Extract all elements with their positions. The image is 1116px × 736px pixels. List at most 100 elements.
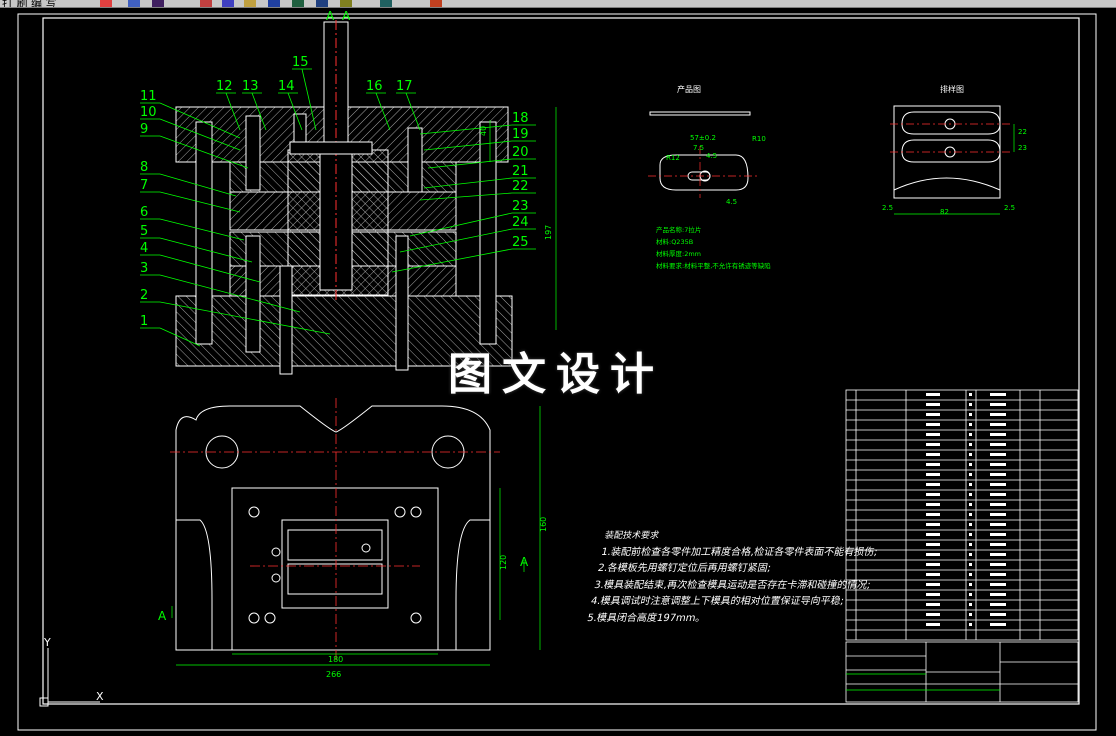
bom-cell-text — [990, 553, 1006, 556]
bom-cell-text — [926, 503, 940, 506]
bom-cell-text — [926, 543, 940, 546]
product-dimension: R10 — [752, 135, 766, 143]
bom-cell-text — [926, 463, 940, 466]
layer-icon[interactable] — [244, 0, 256, 7]
bom-cell-text — [969, 493, 972, 496]
part-number-top: 15 — [292, 55, 309, 70]
open-icon[interactable] — [100, 0, 112, 7]
bom-cell-text — [969, 553, 972, 556]
dim-plan-width: 266 — [326, 670, 341, 679]
bom-cell-text — [969, 533, 972, 536]
bom-cell-text — [926, 603, 940, 606]
product-note: 材料要求:材料平整,不允许有锈迹等缺陷 — [656, 261, 771, 270]
bom-cell-text — [990, 533, 1006, 536]
ucs-icon — [39, 648, 100, 707]
toolbar-label: 打 刷 编 写 — [2, 0, 57, 8]
bom-cell-text — [926, 423, 940, 426]
bill-of-materials — [845, 389, 1079, 641]
ucs-y-icon: Y — [43, 636, 51, 649]
bom-cell-text — [969, 443, 972, 446]
zoom-icon[interactable] — [316, 0, 328, 7]
bom-cell-text — [969, 503, 972, 506]
bom-cell-text — [990, 603, 1006, 606]
bom-cell-text — [926, 493, 940, 496]
bom-cell-text — [990, 563, 1006, 566]
product-title: 产品图 — [677, 84, 701, 94]
bom-cell-text — [990, 583, 1006, 586]
bom-cell-text — [926, 433, 940, 436]
bom-table — [845, 389, 1079, 641]
bom-cell-text — [969, 573, 972, 576]
bom-cell-text — [926, 523, 940, 526]
product-note: 材料:Q235B — [656, 237, 693, 246]
bom-cell-text — [969, 613, 972, 616]
redo-icon[interactable] — [222, 0, 234, 7]
bom-cell-text — [990, 513, 1006, 516]
part-number-left: 11 — [140, 89, 157, 104]
section-label-left: A — [326, 9, 335, 23]
product-dimension: 7.5 — [693, 144, 704, 152]
requirement-3: 3.模具装配结束,再次检查模具运动是否存在卡滞和碰撞的情况; — [593, 579, 872, 591]
dim-section-top: 40 — [479, 126, 488, 136]
bom-cell-text — [990, 423, 1006, 426]
bom-cell-text — [969, 453, 972, 456]
bom-cell-text — [926, 563, 940, 566]
bom-cell-text — [926, 473, 940, 476]
bom-cell-text — [926, 553, 940, 556]
product-dimension: R12 — [666, 154, 680, 162]
dim-plan-inner: 180 — [328, 655, 343, 664]
part-number-left: 1 — [140, 314, 148, 329]
bom-cell-text — [990, 443, 1006, 446]
bom-cell-text — [969, 403, 972, 406]
bom-cell-text — [969, 433, 972, 436]
color-icon[interactable] — [268, 0, 280, 7]
part-number-left: 3 — [140, 261, 148, 276]
print-icon[interactable] — [152, 0, 164, 7]
pan-icon[interactable] — [340, 0, 352, 7]
bom-cell-text — [969, 473, 972, 476]
bom-cell-text — [990, 463, 1006, 466]
bom-cell-text — [926, 453, 940, 456]
bom-cell-text — [990, 613, 1006, 616]
dim-plan-inner-height: 120 — [499, 555, 508, 570]
requirement-2: 2.各模板先用螺钉定位后再用螺钉紧固; — [596, 563, 773, 574]
part-number-top: 16 — [366, 79, 383, 94]
technical-requirements: 装配技术要求 1.装配前检查各零件加工精度合格,检证各零件表面不能有损伤; 2.… — [585, 528, 882, 627]
layout-dimension: 82 — [940, 208, 949, 216]
save-icon[interactable] — [128, 0, 140, 7]
layout-dimension: 23 — [1018, 144, 1027, 152]
undo-icon[interactable] — [200, 0, 212, 7]
bom-cell-text — [926, 573, 940, 576]
cad-toolbar: 打 刷 编 写 — [0, 0, 1116, 8]
part-number-right: 23 — [512, 199, 529, 214]
part-number-right: 24 — [512, 215, 529, 230]
bom-cell-text — [926, 513, 940, 516]
requirements-title: 装配技术要求 — [603, 531, 660, 541]
part-number-right: 21 — [512, 164, 529, 179]
bom-cell-text — [969, 523, 972, 526]
part-number-left: 2 — [140, 288, 148, 303]
part-number-left: 7 — [140, 178, 148, 193]
bom-cell-text — [990, 623, 1006, 626]
dim-section-height: 197 — [544, 225, 553, 240]
requirement-1: 1.装配前检查各零件加工精度合格,检证各零件表面不能有损伤; — [600, 546, 879, 558]
bom-cell-text — [990, 403, 1006, 406]
bom-cell-text — [990, 483, 1006, 486]
bom-cell-text — [990, 413, 1006, 416]
product-note: 产品名称:7拉片 — [656, 225, 701, 234]
help-icon[interactable] — [430, 0, 442, 7]
bom-cell-text — [990, 543, 1006, 546]
bom-cell-text — [969, 603, 972, 606]
bom-cell-text — [926, 583, 940, 586]
bom-cell-text — [926, 613, 940, 616]
bom-cell-text — [969, 623, 972, 626]
ucs-x-icon: X — [96, 690, 104, 703]
requirement-4: 4.模具调试时注意调整上下模具的相对位置保证导向平稳; — [589, 596, 845, 607]
part-number-top: 17 — [396, 79, 413, 94]
watermark: 图文设计 — [448, 349, 664, 400]
line-icon[interactable] — [292, 0, 304, 7]
properties-icon[interactable] — [380, 0, 392, 7]
dim-plan-height: 160 — [539, 517, 548, 532]
product-dimension: 4.5 — [726, 198, 737, 206]
bom-cell-text — [990, 523, 1006, 526]
